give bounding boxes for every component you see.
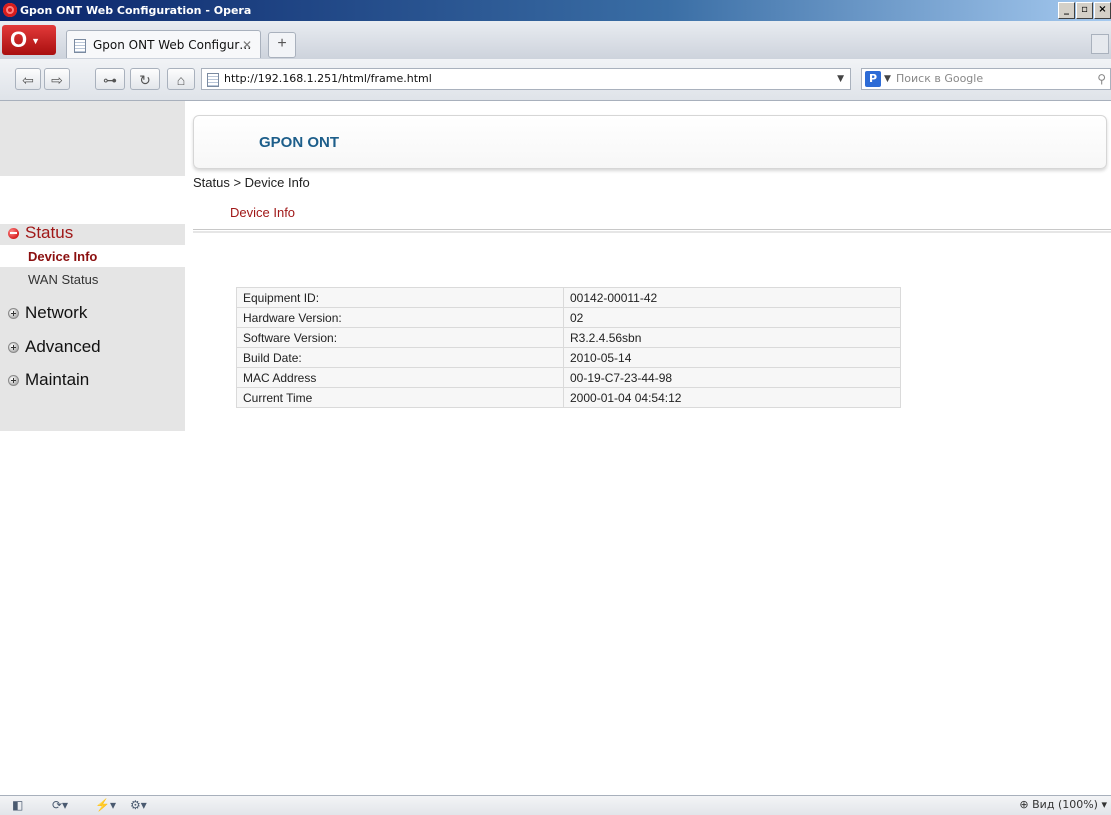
search-placeholder: Поиск в Google xyxy=(896,72,984,85)
home-icon: ⌂ xyxy=(176,72,186,88)
tab-panel-button[interactable] xyxy=(1091,34,1109,54)
sidebar-menu-label: Status xyxy=(25,223,74,242)
close-window-button[interactable]: × xyxy=(1094,2,1111,19)
window-title-bar: Gpon ONT Web Configuration - Opera _ ▫ × xyxy=(0,0,1111,21)
tab-title: Gpon ONT Web Configur… xyxy=(93,38,252,52)
table-row: Current Time 2000-01-04 04:54:12 xyxy=(236,387,901,408)
address-field[interactable]: http://192.168.1.251/html/frame.html ▼ xyxy=(201,68,851,90)
sidebar-menu-maintain[interactable]: Maintain xyxy=(8,370,89,390)
field-label: Equipment ID: xyxy=(236,287,564,308)
maximize-button[interactable]: ▫ xyxy=(1076,2,1093,19)
field-value: 00-19-C7-23-44-98 xyxy=(563,367,901,388)
expand-icon xyxy=(8,374,19,386)
settings-icon[interactable]: ⚙▾ xyxy=(130,798,147,812)
field-label: Software Version: xyxy=(236,327,564,348)
back-arrow-icon: ⇦ xyxy=(22,72,34,88)
breadcrumb: Status > Device Info xyxy=(193,175,310,190)
sidebar-menu-label: Network xyxy=(25,303,88,322)
search-engine-icon[interactable]: P xyxy=(865,71,881,87)
collapse-icon xyxy=(8,227,19,239)
zoom-icon: ⊕ xyxy=(1019,798,1029,811)
field-value: 2010-05-14 xyxy=(563,347,901,368)
new-tab-button[interactable]: + xyxy=(268,32,296,58)
expand-icon xyxy=(8,341,19,353)
browser-status-bar: ◧ ⟳▾ ⚡▾ ⚙▾ ⊕ Вид (100%) ▾ xyxy=(0,795,1111,815)
divider xyxy=(193,229,1111,230)
sidebar-menu-network[interactable]: Network xyxy=(8,303,87,323)
header-banner: GPON ONT xyxy=(193,115,1107,169)
minimize-button[interactable]: _ xyxy=(1058,2,1075,19)
sidebar-item-device-info[interactable]: Device Info xyxy=(28,249,97,264)
table-row: Build Date: 2010-05-14 xyxy=(236,347,901,368)
chevron-down-icon[interactable]: ▼ xyxy=(837,69,844,89)
turbo-icon[interactable]: ⚡▾ xyxy=(95,798,116,812)
table-row: Software Version: R3.2.4.56sbn xyxy=(236,327,901,348)
zoom-control[interactable]: ⊕ Вид (100%) ▾ xyxy=(1019,798,1107,811)
brand-title: GPON ONT xyxy=(259,134,340,151)
chevron-down-icon[interactable]: ▼ xyxy=(884,69,891,89)
wand-button[interactable]: ⊶ xyxy=(95,68,125,90)
section-title: Device Info xyxy=(230,205,296,220)
home-button[interactable]: ⌂ xyxy=(167,68,195,90)
search-icon[interactable]: ⚲ xyxy=(1097,69,1106,89)
close-tab-icon[interactable]: ✕ xyxy=(242,31,252,59)
forward-button[interactable]: ⇨ xyxy=(44,68,70,90)
table-row: Equipment ID: 00142-00011-42 xyxy=(236,287,901,308)
reload-icon: ↻ xyxy=(139,72,151,88)
search-field[interactable]: P ▼ Поиск в Google ⚲ xyxy=(861,68,1111,90)
page-icon xyxy=(74,39,86,53)
field-label: MAC Address xyxy=(236,367,564,388)
field-label: Hardware Version: xyxy=(236,307,564,328)
field-label: Current Time xyxy=(236,387,564,408)
sync-icon[interactable]: ⟳▾ xyxy=(52,798,68,812)
browser-tab[interactable]: Gpon ONT Web Configur… ✕ xyxy=(66,30,261,58)
field-value: 00142-00011-42 xyxy=(563,287,901,308)
tab-bar: O ▼ Gpon ONT Web Configur… ✕ + xyxy=(0,21,1111,59)
expand-icon xyxy=(8,307,19,319)
device-info-table: Equipment ID: 00142-00011-42 Hardware Ve… xyxy=(236,287,901,408)
sidebar-menu-label: Advanced xyxy=(25,337,101,356)
field-value: 02 xyxy=(563,307,901,328)
address-url: http://192.168.1.251/html/frame.html xyxy=(224,72,432,85)
window-title: Gpon ONT Web Configuration - Opera xyxy=(20,4,252,17)
field-label: Build Date: xyxy=(236,347,564,368)
navigation-bar: ⇦ ⇨ ⊶ ↻ ⌂ http://192.168.1.251/html/fram… xyxy=(0,59,1111,101)
opera-menu-button[interactable]: O ▼ xyxy=(2,25,56,55)
divider xyxy=(193,231,1111,233)
table-row: Hardware Version: 02 xyxy=(236,307,901,328)
key-icon: ⊶ xyxy=(103,72,117,88)
sidebar-menu-status[interactable]: Status xyxy=(8,223,73,243)
page-icon xyxy=(207,73,219,87)
reload-button[interactable]: ↻ xyxy=(130,68,160,90)
zoom-label: Вид (100%) xyxy=(1032,798,1098,811)
back-button[interactable]: ⇦ xyxy=(15,68,41,90)
field-value: R3.2.4.56sbn xyxy=(563,327,901,348)
field-value: 2000-01-04 04:54:12 xyxy=(563,387,901,408)
chevron-down-icon: ▼ xyxy=(31,36,41,47)
forward-arrow-icon: ⇨ xyxy=(51,72,63,88)
table-row: MAC Address 00-19-C7-23-44-98 xyxy=(236,367,901,388)
sidebar-menu-label: Maintain xyxy=(25,370,90,389)
sidebar-item-wan-status[interactable]: WAN Status xyxy=(28,272,98,287)
sidebar-logo-area xyxy=(0,101,185,176)
opera-logo-icon xyxy=(3,3,17,17)
panel-toggle-icon[interactable]: ◧ xyxy=(12,798,23,812)
sidebar-menu-advanced[interactable]: Advanced xyxy=(8,337,101,357)
